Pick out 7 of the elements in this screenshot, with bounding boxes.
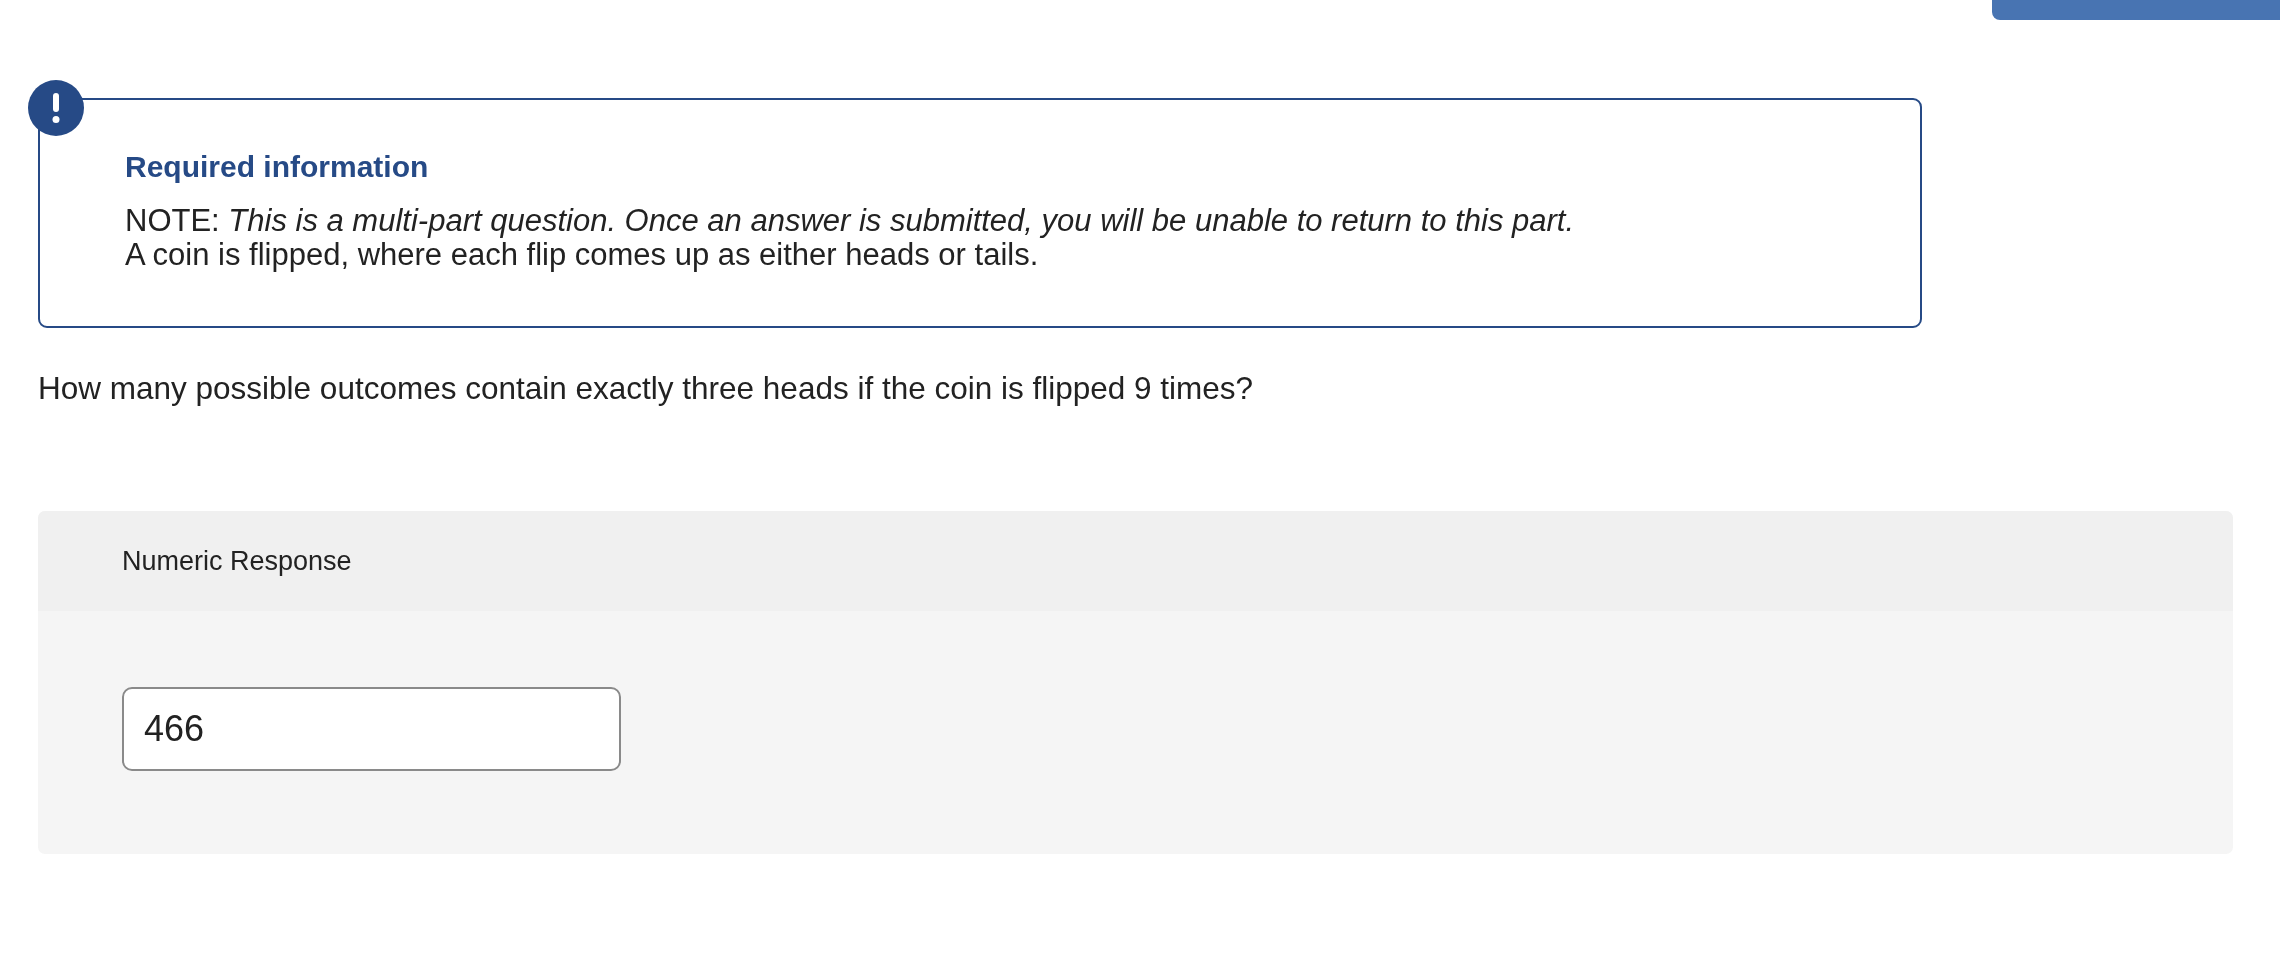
alert-title: Required information [125,150,429,184]
alert-text: A coin is flipped, where each flip comes up as either heads or tails. [125,238,1039,272]
alert-text: NOTE: This is a multi-part question. Once an answer is submitted, you will be unable to return to this part. [125,204,1575,238]
question-text: How many possible outcomes contain exactly three heads if the coin is flipped 9 times? [38,370,1254,406]
header-button[interactable] [1992,0,2280,20]
answer-field[interactable]: 466 [122,687,621,771]
response-label: Numeric Response [122,546,352,576]
